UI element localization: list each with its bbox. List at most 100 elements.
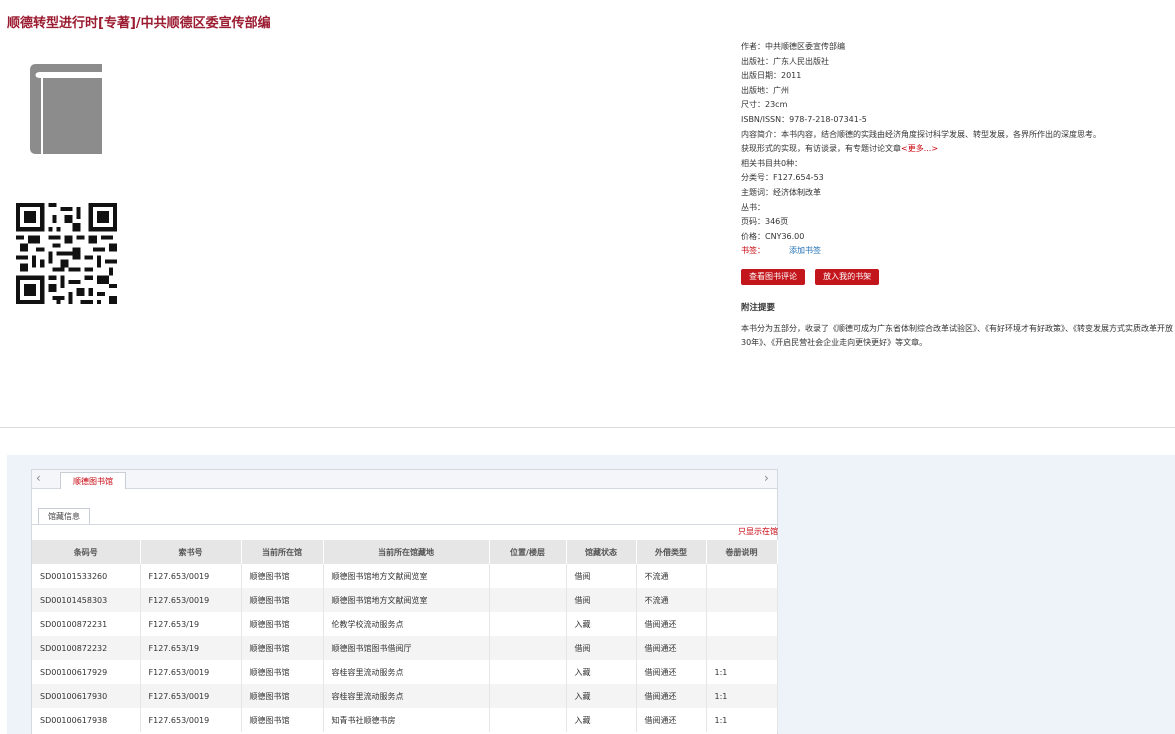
cell: F127.653/0019 [140, 684, 242, 708]
holdings-table: 条码号 索书号 当前所在馆 当前所在馆藏地 位置/楼层 馆藏状态 外借类型 卷册… [32, 540, 778, 732]
cell [489, 612, 567, 636]
cell: 1:1 [706, 684, 778, 708]
cell: 借阅 [566, 588, 637, 612]
cell [489, 588, 567, 612]
cell: 顺德图书馆地方文献阅览室 [323, 588, 490, 612]
view-reviews-button[interactable]: 查看图书评论 [741, 269, 805, 285]
cell [489, 708, 567, 732]
col-status: 馆藏状态 [566, 540, 637, 564]
table-header-row: 条码号 索书号 当前所在馆 当前所在馆藏地 位置/楼层 馆藏状态 外借类型 卷册… [32, 540, 778, 564]
table-row: SD00100617938 F127.653/0019 顺德图书馆 知青书社顺德书房 入… [32, 708, 778, 732]
cell: 顺德图书馆 [241, 636, 324, 660]
book-icon [30, 64, 102, 154]
cell: 顺德图书馆 [241, 588, 324, 612]
cell: SD00101458303 [32, 588, 141, 612]
cell: 顺德图书馆地方文献阅览室 [323, 564, 490, 588]
col-library: 当前所在馆 [241, 540, 324, 564]
price: 价格：CNY36.00 [741, 231, 805, 241]
cell: 顺德图书馆 [241, 660, 324, 684]
cell: 借阅通还 [636, 684, 707, 708]
cell: 伦教学校流动服务点 [323, 612, 490, 636]
subject: 主题词：经济体制改革 [741, 187, 821, 197]
book-title: 顺德转型进行时[专著]/中共顺德区委宣传部编 [7, 16, 271, 31]
cell: 顺德图书馆图书借阅厅 [323, 636, 490, 660]
library-tabbar [31, 469, 778, 489]
summary: 内容简介：本书内容，结合顺德的实践由经济角度探讨科学发展、转型发展，各界所作出的… [741, 129, 1101, 139]
col-call-number: 索书号 [140, 540, 242, 564]
cell: 入藏 [566, 708, 637, 732]
cell: 顺德图书馆 [241, 708, 324, 732]
note-title: 附注提要 [741, 303, 776, 313]
bookmark-row: 书签： 添加书签 [741, 244, 1171, 259]
cell: 容桂容里流动服务点 [323, 660, 490, 684]
cell: 1:1 [706, 660, 778, 684]
pages: 页码：346页 [741, 217, 789, 227]
cell: 知青书社顺德书房 [323, 708, 490, 732]
cell [706, 564, 778, 588]
cell: F127.653/19 [140, 612, 242, 636]
cell [489, 660, 567, 684]
qr-code [16, 203, 117, 304]
cell: 入藏 [566, 684, 637, 708]
summary-line2: 获现形式的实现，有访谈录，有专题讨论文章 [741, 144, 901, 154]
table-row: SD00100617930 F127.653/0019 顺德图书馆 容桂容里流动服务点… [32, 684, 778, 708]
cell [706, 612, 778, 636]
cell [489, 684, 567, 708]
cell: SD00101533260 [32, 564, 141, 588]
col-floor: 位置/楼层 [489, 540, 567, 564]
tab-holdings-info[interactable]: 馆藏信息 [38, 508, 90, 525]
class-no: 分类号：F127.654-53 [741, 173, 824, 183]
cell: 借阅通还 [636, 636, 707, 660]
table-row: SD00100872232 F127.653/19 顺德图书馆 顺德图书馆图书借阅厅 借… [32, 636, 778, 660]
cell: 顺德图书馆 [241, 564, 324, 588]
summary-continued: 获现形式的实现，有访谈录，有专题讨论文章<更多...> [741, 142, 1171, 157]
cell: 借阅通还 [636, 708, 707, 732]
cell: F127.653/0019 [140, 708, 242, 732]
cell: SD00100872232 [32, 636, 141, 660]
chevron-right-icon[interactable]: › [764, 471, 769, 485]
note-text: 本书分为五部分，收录了《顺德可成为广东省体制综合改革试验区》、《有好环境才有好政… [741, 324, 1173, 347]
divider [0, 427, 1175, 428]
cell: F127.653/0019 [140, 660, 242, 684]
author: 作者：中共顺德区委宣传部编 [741, 42, 845, 51]
cell: 顺德图书馆 [241, 684, 324, 708]
publisher: 出版社：广东人民出版社 [741, 56, 829, 66]
cell: 借阅 [566, 564, 637, 588]
add-to-shelf-button[interactable]: 放入我的书架 [815, 269, 880, 285]
cell: 入藏 [566, 612, 637, 636]
col-location: 当前所在馆藏地 [323, 540, 490, 564]
table-row: SD00100617929 F127.653/0019 顺德图书馆 容桂容里流动服务点… [32, 660, 778, 684]
cell: F127.653/0019 [140, 564, 242, 588]
col-volume: 卷册说明 [706, 540, 778, 564]
cell: F127.653/19 [140, 636, 242, 660]
col-loan-type: 外借类型 [636, 540, 707, 564]
bookmark-label: 书签： [741, 246, 765, 256]
cell: SD00100617938 [32, 708, 141, 732]
subtab-line [32, 524, 777, 525]
cell: 借阅 [566, 636, 637, 660]
table-row: SD00101533260 F127.653/0019 顺德图书馆 顺德图书馆地方文献… [32, 564, 778, 588]
cell: 借阅通还 [636, 612, 707, 636]
tab-library[interactable]: 顺德图书馆 [60, 472, 126, 490]
add-bookmark-link[interactable]: 添加书签 [789, 246, 821, 255]
cell [706, 636, 778, 660]
table-row: SD00100872231 F127.653/19 顺德图书馆 伦教学校流动服务点 入藏… [32, 612, 778, 636]
chevron-left-icon[interactable]: ‹ [36, 471, 41, 485]
cell: 借阅通还 [636, 660, 707, 684]
cell: SD00100617930 [32, 684, 141, 708]
size: 尺寸：23cm [741, 100, 788, 110]
cell: SD00100872231 [32, 612, 141, 636]
cell [489, 636, 567, 660]
col-barcode: 条码号 [32, 540, 141, 564]
cell: 1:1 [706, 708, 778, 732]
isbn: ISBN/ISSN：978-7-218-07341-5 [741, 114, 867, 124]
cell: 不流通 [636, 588, 707, 612]
action-buttons: 查看图书评论 放入我的书架 [741, 264, 884, 285]
series: 丛书： [741, 202, 765, 212]
cell: 顺德图书馆 [241, 612, 324, 636]
cell: 不流通 [636, 564, 707, 588]
pub-date: 出版日期：2011 [741, 71, 802, 81]
show-available-only-link[interactable]: 只显示在馆 [738, 526, 778, 537]
more-link[interactable]: <更多...> [901, 144, 938, 153]
cell: 容桂容里流动服务点 [323, 684, 490, 708]
